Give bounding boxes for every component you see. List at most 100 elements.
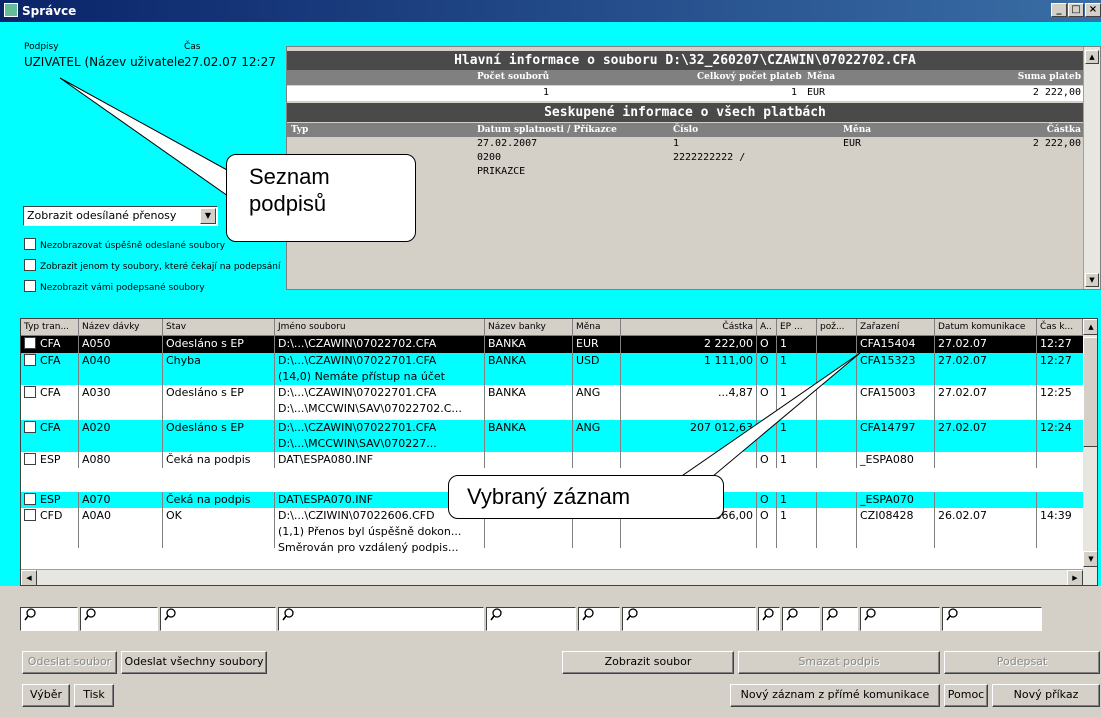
filter-input[interactable]: [20, 607, 78, 631]
filter-input[interactable]: [160, 607, 276, 631]
column-header[interactable]: A..: [757, 319, 777, 336]
filter-input[interactable]: [822, 607, 858, 631]
show-file-button[interactable]: Zobrazit soubor: [562, 651, 734, 674]
scroll-left-icon[interactable]: ◀: [21, 570, 37, 585]
column-divider: [934, 353, 935, 385]
row-checkbox[interactable]: [24, 337, 36, 349]
column-header[interactable]: Jméno souboru: [275, 319, 485, 336]
magnifier-icon[interactable]: [786, 608, 798, 625]
checkbox-box[interactable]: [24, 280, 36, 292]
filter-input[interactable]: [622, 607, 756, 631]
filter-input[interactable]: [860, 607, 940, 631]
row-checkbox[interactable]: [24, 354, 36, 366]
cell-class: CFA15323: [860, 354, 916, 367]
magnifier-icon[interactable]: [582, 608, 594, 625]
column-header[interactable]: Čas k...: [1037, 319, 1083, 336]
print-button[interactable]: Tisk: [74, 684, 114, 707]
column-divider: [274, 508, 275, 548]
scroll-up-icon[interactable]: ▲: [1083, 319, 1097, 335]
checkbox-box[interactable]: [24, 259, 36, 271]
scroll-down-icon[interactable]: ▼: [1083, 551, 1097, 567]
column-header[interactable]: EP ...: [777, 319, 817, 336]
cell-status: Odesláno s EP: [166, 337, 244, 350]
filter-input[interactable]: [942, 607, 1042, 631]
filter-input[interactable]: [486, 607, 576, 631]
table-hscrollbar[interactable]: ◀ ▶: [21, 569, 1083, 585]
magnifier-icon[interactable]: [24, 608, 36, 625]
checkbox-only-waiting[interactable]: Zobrazit jenom ty soubory, které čekají …: [24, 259, 280, 272]
table-row[interactable]: CFA A030 Odesláno s EP D:\...\CZAWIN\070227…: [21, 385, 1083, 420]
row-checkbox[interactable]: [24, 509, 36, 521]
r-currency: EUR: [843, 138, 862, 149]
checkbox-box[interactable]: [24, 238, 36, 250]
checkbox-hide-sent[interactable]: Nezobrazovat úspěšně odeslané soubory: [24, 238, 225, 251]
column-divider: [1036, 353, 1037, 385]
column-header[interactable]: Název banky: [485, 319, 573, 336]
cell-type: CFA: [21, 420, 79, 436]
magnifier-icon[interactable]: [762, 608, 774, 625]
checkbox-hide-signed[interactable]: Nezobrazit vámi podepsané soubory: [24, 280, 205, 293]
column-header[interactable]: Datum komunikace: [935, 319, 1037, 336]
select-button[interactable]: Výběr: [22, 684, 70, 707]
scroll-thumb[interactable]: [1083, 337, 1097, 447]
table-row[interactable]: ESP A080 Čeká na podpis DAT\ESPA080.INF O 1 _E…: [21, 452, 1083, 468]
scroll-down-icon[interactable]: ▼: [1085, 273, 1099, 287]
table-row[interactable]: CFA A040 Chyba D:\...\CZAWIN\07022701.CFA (1…: [21, 353, 1083, 399]
table-row[interactable]: CFA A020 Odesláno s EP D:\...\CZAWIN\070227…: [21, 420, 1083, 452]
chevron-down-icon[interactable]: ▼: [200, 208, 216, 224]
filter-input[interactable]: [782, 607, 820, 631]
column-header[interactable]: Měna: [573, 319, 621, 336]
signature-user[interactable]: UZIVATEL (Název uživatele: [24, 55, 185, 69]
view-select[interactable]: Zobrazit odesílané přenosy ▼: [23, 206, 218, 226]
window-title: Správce: [22, 4, 77, 18]
new-direct-record-button[interactable]: Nový záznam z přímé komunikace: [730, 684, 940, 707]
magnifier-icon[interactable]: [946, 608, 958, 625]
callout-signatures-list: Seznam podpisů: [226, 154, 416, 242]
delete-signature-button[interactable]: Smazat podpis: [738, 651, 940, 674]
filter-input[interactable]: [758, 607, 780, 631]
row-checkbox[interactable]: [24, 493, 36, 505]
filter-input[interactable]: [578, 607, 620, 631]
column-divider: [934, 452, 935, 468]
row-checkbox[interactable]: [24, 421, 36, 433]
magnifier-icon[interactable]: [84, 608, 96, 625]
send-file-button[interactable]: Odeslat soubor: [22, 651, 117, 674]
row-checkbox[interactable]: [24, 453, 36, 465]
column-divider: [274, 385, 275, 420]
table-scrollbar[interactable]: ▲ ▼: [1083, 319, 1097, 585]
scroll-up-icon[interactable]: ▲: [1085, 50, 1099, 64]
scroll-right-icon[interactable]: ▶: [1067, 570, 1083, 585]
column-header[interactable]: Zařazení: [857, 319, 935, 336]
filter-input[interactable]: [80, 607, 158, 631]
minimize-button[interactable]: _: [1051, 3, 1067, 17]
r-amount: 2 222,00: [1032, 138, 1081, 149]
info-scrollbar[interactable]: ▲ ▼: [1083, 47, 1100, 289]
column-header[interactable]: Částka: [621, 319, 757, 336]
filter-input[interactable]: [278, 607, 484, 631]
column-divider: [934, 336, 935, 353]
maximize-button[interactable]: □: [1068, 3, 1084, 17]
magnifier-icon[interactable]: [626, 608, 638, 625]
cell-bank: BANKA: [488, 337, 526, 350]
cell-batch: A040: [82, 354, 111, 367]
magnifier-icon[interactable]: [490, 608, 502, 625]
column-divider: [484, 452, 485, 468]
new-order-button[interactable]: Nový příkaz: [992, 684, 1100, 707]
row-checkbox[interactable]: [24, 386, 36, 398]
help-button[interactable]: Pomoc: [944, 684, 988, 707]
column-divider: [572, 452, 573, 468]
magnifier-icon[interactable]: [282, 608, 294, 625]
column-header[interactable]: Typ tran...: [21, 319, 79, 336]
table-row[interactable]: CFA A050 Odesláno s EP D:\...\CZAWIN\070227…: [21, 336, 1083, 366]
r-code: 0200: [477, 152, 502, 163]
column-header[interactable]: Název dávky: [79, 319, 163, 336]
magnifier-icon[interactable]: [164, 608, 176, 625]
send-all-button[interactable]: Odeslat všechny soubory: [121, 651, 267, 674]
magnifier-icon[interactable]: [864, 608, 876, 625]
column-header[interactable]: Stav: [163, 319, 275, 336]
column-divider: [162, 492, 163, 508]
sign-button[interactable]: Podepsat: [944, 651, 1100, 674]
close-button[interactable]: ×: [1085, 3, 1101, 17]
column-header[interactable]: pož...: [817, 319, 857, 336]
magnifier-icon[interactable]: [826, 608, 838, 625]
